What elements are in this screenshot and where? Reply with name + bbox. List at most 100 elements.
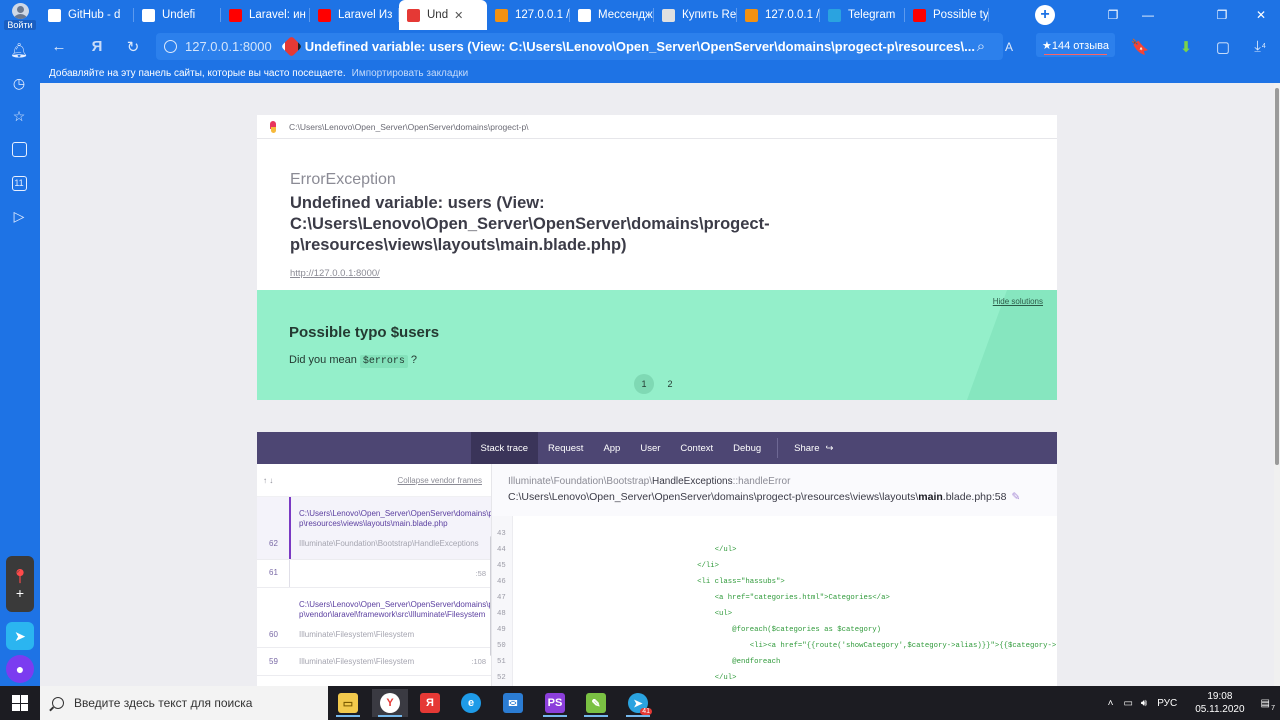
clock-time: 19:08 <box>1207 691 1233 702</box>
translate-icon[interactable]: A <box>996 30 1022 63</box>
shop-icon <box>662 8 675 22</box>
favicon-pencil-icon <box>280 35 302 58</box>
windows-start-icon[interactable] <box>12 695 28 711</box>
solution-page-1[interactable]: 1 <box>634 374 654 394</box>
browser-tab[interactable]: Und ✕ <box>399 0 487 30</box>
browser-tab[interactable]: Possible ty <box>905 0 989 30</box>
restore-button[interactable]: ❐ <box>1207 0 1237 30</box>
address-bar: ← Я ↻ 127.0.0.1:8000 Undefined variable:… <box>40 30 1280 63</box>
yandex-home-icon[interactable]: Я <box>84 30 110 63</box>
tab-debug[interactable]: Debug <box>723 432 771 464</box>
line-number: 49 <box>497 626 506 634</box>
search-icon[interactable]: ⌕ <box>968 30 994 63</box>
tab-context[interactable]: Context <box>670 432 723 464</box>
globe-icon <box>164 40 177 53</box>
tab-stack-trace[interactable]: Stack trace <box>470 432 539 464</box>
code-line: 51 @endforeach <box>492 654 1057 670</box>
file-explorer-icon[interactable]: ▭ <box>330 689 366 717</box>
notepad-icon[interactable]: ✎ <box>578 689 614 717</box>
browser-tab[interactable]: Купить Re <box>654 0 737 30</box>
frame-item[interactable]: C:\Users\Lenovo\Open_Server\OpenServer\d… <box>257 588 491 648</box>
tab-app[interactable]: App <box>593 432 630 464</box>
frame-title: Illuminate\Foundation\Bootstrap\HandleEx… <box>508 476 791 487</box>
frame-item[interactable]: 61 :58 <box>257 560 491 588</box>
solution-page-2[interactable]: 2 <box>660 374 680 394</box>
phpstorm-icon[interactable]: PS <box>537 689 573 717</box>
play-icon[interactable]: ▷ <box>9 206 29 226</box>
hide-solutions-link[interactable]: Hide solutions <box>993 297 1043 306</box>
exception-class: ErrorException <box>290 171 396 188</box>
volume-icon[interactable]: 🔊︎ <box>1141 698 1147 709</box>
browser-tab[interactable]: Laravel: ин <box>221 0 310 30</box>
frame-item[interactable]: C:\Users\Lenovo\Open_Server\OpenServer\d… <box>257 497 491 560</box>
frame-item[interactable]: 59 Illuminate\Filesystem\Filesystem :108 <box>257 648 491 676</box>
reviews-button[interactable]: ★144 отзыва <box>1036 33 1115 57</box>
code-text: </ul> <box>522 546 737 554</box>
page-scrollbar[interactable] <box>1274 83 1280 686</box>
telegram-icon[interactable]: ➤ 41 <box>620 689 656 717</box>
new-tab-button[interactable]: + <box>1035 5 1055 25</box>
close-window-button[interactable]: ✕ <box>1246 0 1276 30</box>
badge-11-icon[interactable]: 11 <box>9 173 29 193</box>
extension-download-icon[interactable]: ⬇ <box>1173 30 1199 63</box>
code-line: 50 <li><a href="{{route('showCategory',$… <box>492 638 1057 654</box>
edge-icon[interactable]: e <box>453 689 489 717</box>
frames-list: ↑ ↓ Collapse vendor frames C:\Users\Leno… <box>257 464 492 686</box>
downloads-icon[interactable]: ⤓ 4 <box>1247 30 1273 63</box>
scrollbar-thumb[interactable] <box>1275 88 1279 465</box>
maps-app-icon[interactable]: 📍︎ + <box>6 556 34 612</box>
notifications-icon[interactable]: ▤ 7 <box>1261 698 1275 712</box>
clock[interactable]: 19:08 05.11.2020 <box>1195 690 1244 716</box>
collections-icon[interactable]: ▢ <box>1210 30 1236 63</box>
telegram-icon <box>828 8 841 22</box>
page-viewport: C:\Users\Lenovo\Open_Server\OpenServer\d… <box>40 83 1274 686</box>
import-bookmarks-link[interactable]: Импортировать закладки <box>352 68 469 79</box>
language-indicator[interactable]: РУС <box>1157 698 1177 709</box>
network-icon[interactable]: ▭ <box>1123 698 1132 709</box>
request-url[interactable]: http://127.0.0.1:8000/ <box>290 268 1057 279</box>
star-icon[interactable]: ☆ <box>9 106 29 126</box>
collections-icon[interactable] <box>9 139 29 159</box>
browser-tab[interactable]: Мессендж <box>570 0 654 30</box>
system-tray: ˄ ▭ 🔊︎ РУС 19:08 05.11.2020 ▤ 7 <box>1108 686 1280 720</box>
tray-expand-icon[interactable]: ˄ <box>1108 698 1114 709</box>
close-tab-icon[interactable]: ✕ <box>454 9 463 22</box>
line-number: 52 <box>497 674 506 682</box>
browser-tab[interactable]: Laravel Из <box>310 0 399 30</box>
browser-tab[interactable]: 127.0.0.1 / <box>737 0 820 30</box>
bookmark-icon[interactable]: 🔖 <box>1127 30 1153 63</box>
tab-label: Telegram <box>848 9 896 21</box>
line-number: 43 <box>497 530 506 538</box>
messenger-app-icon[interactable]: ➤ <box>6 622 34 650</box>
browser-tab[interactable]: Undefi <box>134 0 221 30</box>
messenger-icon <box>578 8 591 22</box>
telegram-badge: 41 <box>640 708 652 715</box>
browser-tab[interactable]: Telegram <box>820 0 905 30</box>
sort-arrows-icon[interactable]: ↑ ↓ <box>263 476 273 485</box>
reload-icon[interactable]: ↻ <box>120 30 146 63</box>
url-field[interactable]: 127.0.0.1:8000 Undefined variable: users… <box>156 33 1003 60</box>
profile-button[interactable]: Войти <box>0 0 40 30</box>
minimize-button[interactable]: — <box>1133 0 1163 30</box>
tab-manager-icon[interactable]: ❐ <box>1098 0 1128 30</box>
code-line: 45 </li> <box>492 558 1057 574</box>
share-button[interactable]: Share ↪ <box>784 432 843 464</box>
taskbar-search[interactable]: Введите здесь текст для поиска <box>40 686 328 720</box>
browser-sidebar: 🔔︎ ◷ ☆ 11 ▷ 📍︎ + ➤ ● <box>0 30 40 686</box>
back-icon[interactable]: ← <box>46 30 72 63</box>
browser-tab[interactable]: GitHub - d <box>40 0 134 30</box>
tab-user[interactable]: User <box>630 432 670 464</box>
windows-taskbar: Введите здесь текст для поиска ▭ Y Я e ✉… <box>0 686 1280 720</box>
mail-icon[interactable]: ✉ <box>495 689 531 717</box>
breadcrumb-path: C:\Users\Lenovo\Open_Server\OpenServer\d… <box>289 121 529 132</box>
tab-request[interactable]: Request <box>538 432 593 464</box>
yandex-icon[interactable]: Я <box>412 689 448 717</box>
collapse-vendor-frames-link[interactable]: Collapse vendor frames <box>398 476 482 485</box>
edit-pencil-icon[interactable]: ✎ <box>1011 491 1020 503</box>
browser-tab[interactable]: 127.0.0.1 / <box>487 0 570 30</box>
alice-icon[interactable]: ● <box>6 655 34 683</box>
bell-icon[interactable]: 🔔︎ <box>9 40 29 60</box>
yandex-browser-icon[interactable]: Y <box>372 689 408 717</box>
document-icon <box>142 8 155 22</box>
history-icon[interactable]: ◷ <box>9 73 29 93</box>
